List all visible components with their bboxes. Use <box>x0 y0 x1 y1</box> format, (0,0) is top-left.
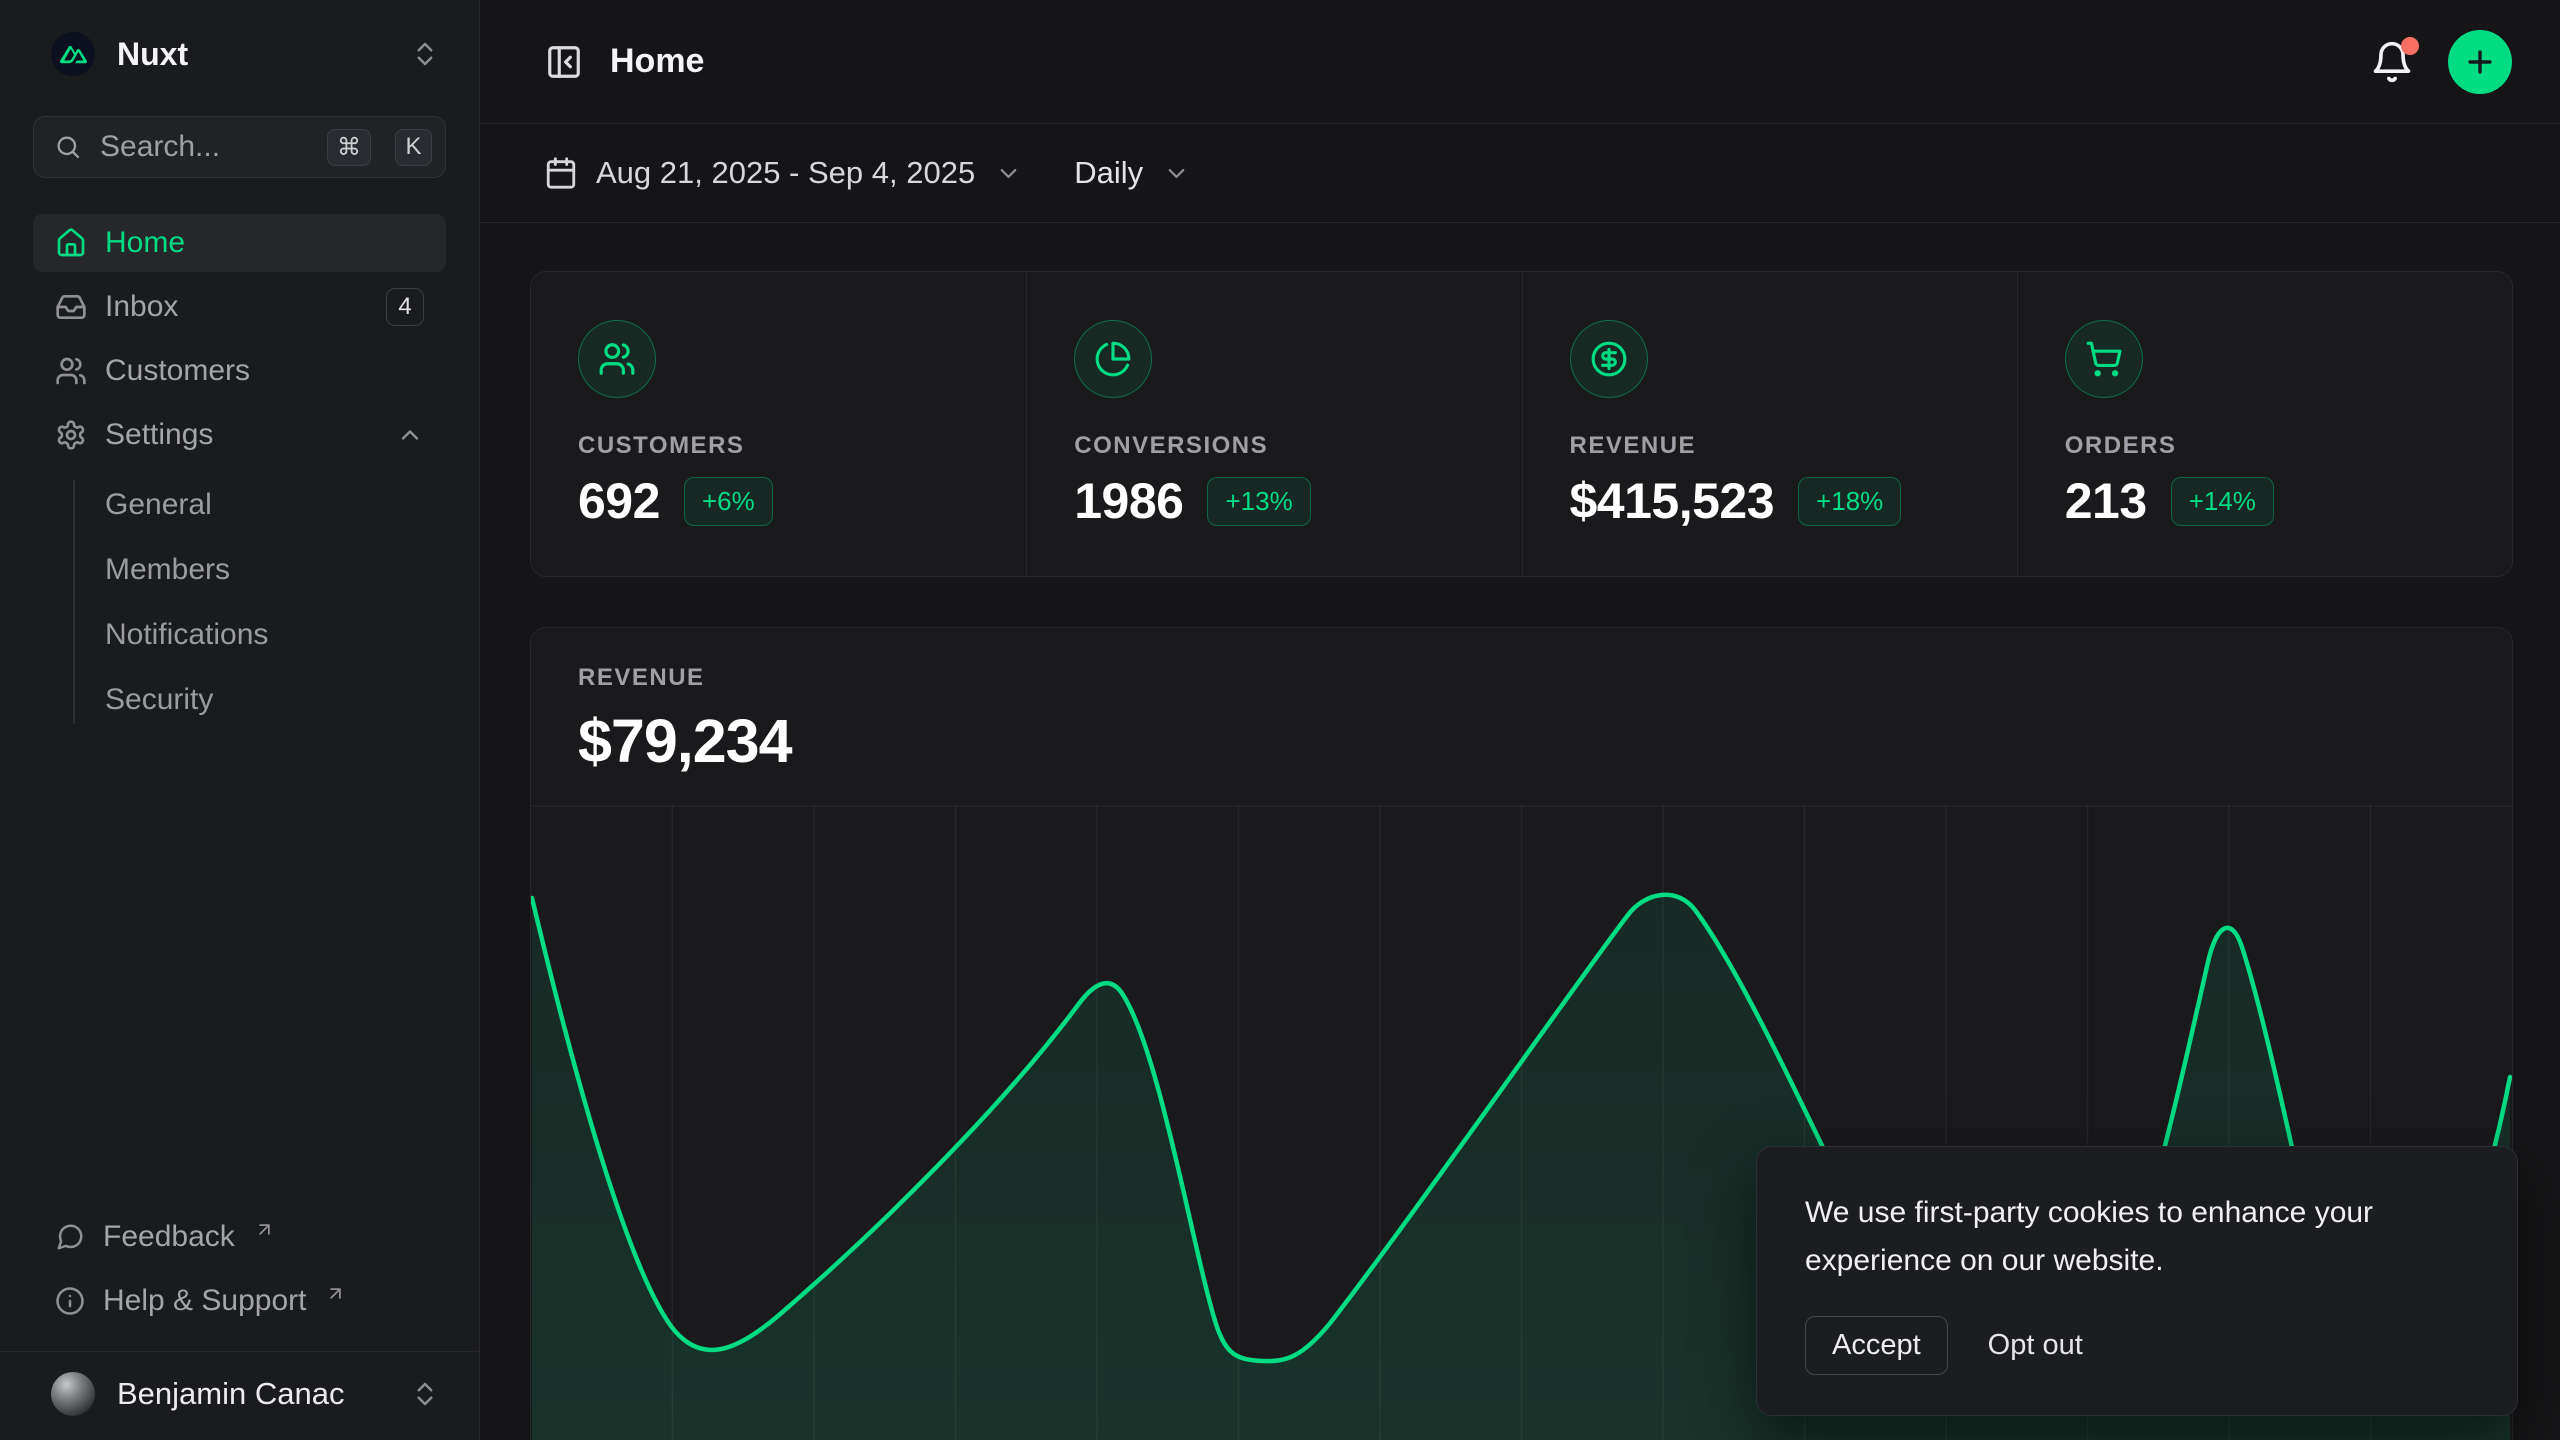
search-icon <box>54 133 82 161</box>
arrow-up-right-icon <box>325 1283 346 1304</box>
shopping-cart-icon <box>2065 320 2143 398</box>
search-input[interactable] <box>100 130 303 164</box>
stat-card-customers[interactable]: CUSTOMERS 692 +6% <box>531 272 1026 576</box>
stat-value: 1986 <box>1074 472 1183 530</box>
user-avatar <box>51 1372 95 1416</box>
cookie-actions: Accept Opt out <box>1805 1316 2469 1375</box>
panel-left-close-icon[interactable] <box>536 34 592 90</box>
sidebar-item-notifications[interactable]: Notifications <box>105 602 446 667</box>
stat-delta-badge: +18% <box>1798 477 1901 526</box>
stats-cards: CUSTOMERS 692 +6% CONVERSIONS 1986 +13% <box>530 271 2513 577</box>
opt-out-button[interactable]: Opt out <box>1988 1329 2083 1362</box>
help-support-label: Help & Support <box>103 1284 306 1318</box>
inbox-icon <box>55 291 87 323</box>
stat-value: 692 <box>578 472 660 530</box>
stat-card-conversions[interactable]: CONVERSIONS 1986 +13% <box>1026 272 1521 576</box>
kbd-k: K <box>395 129 432 166</box>
stat-delta-badge: +13% <box>1207 477 1310 526</box>
filters-toolbar: Aug 21, 2025 - Sep 4, 2025 Daily <box>480 124 2560 223</box>
sidebar-item-security[interactable]: Security <box>105 667 446 732</box>
interval-select[interactable]: Daily <box>1074 155 1190 191</box>
team-switcher[interactable]: Nuxt <box>33 28 446 80</box>
user-menu[interactable]: Benjamin Canac <box>33 1368 446 1420</box>
plus-icon <box>2463 45 2497 79</box>
cookie-banner: We use first-party cookies to enhance yo… <box>1756 1146 2518 1416</box>
search-bar[interactable]: ⌘ K <box>33 116 446 178</box>
gear-icon <box>55 419 87 451</box>
sidebar-item-label: Inbox <box>105 290 368 324</box>
page-header: Home <box>480 0 2560 124</box>
sidebar-footer: Feedback Help & Support <box>33 1211 446 1351</box>
nuxt-logo-icon <box>51 32 95 76</box>
sidebar-item-label: Settings <box>105 418 378 452</box>
notification-dot <box>2401 37 2419 55</box>
revenue-chart-header: REVENUE $79,234 <box>531 628 2512 776</box>
stat-label: REVENUE <box>1570 432 1987 460</box>
sidebar-item-home[interactable]: Home <box>33 214 446 272</box>
feedback-link[interactable]: Feedback <box>33 1211 446 1263</box>
calendar-icon <box>544 156 578 190</box>
stat-label: ORDERS <box>2065 432 2482 460</box>
stat-value: $415,523 <box>1570 472 1775 530</box>
sidebar-spacer <box>33 732 446 1211</box>
interval-label: Daily <box>1074 155 1143 191</box>
stat-delta-badge: +6% <box>684 477 773 526</box>
revenue-chart-value: $79,234 <box>578 706 2512 776</box>
accept-button[interactable]: Accept <box>1805 1316 1948 1375</box>
sidebar-item-members[interactable]: Members <box>105 537 446 602</box>
message-bubble-icon <box>55 1222 85 1252</box>
stat-label: CONVERSIONS <box>1074 432 1491 460</box>
sidebar-nav: Home Inbox 4 Customers Settings <box>33 214 446 464</box>
sidebar-item-customers[interactable]: Customers <box>33 342 446 400</box>
feedback-label: Feedback <box>103 1220 235 1254</box>
user-name: Benjamin Canac <box>117 1376 388 1412</box>
sidebar-item-label: Customers <box>105 354 424 388</box>
user-section: Benjamin Canac <box>0 1351 479 1440</box>
pie-chart-icon <box>1074 320 1152 398</box>
sidebar-settings-children: General Members Notifications Security <box>33 472 446 732</box>
stat-card-orders[interactable]: ORDERS 213 +14% <box>2017 272 2512 576</box>
kbd-meta: ⌘ <box>327 129 371 166</box>
chevrons-up-down-icon <box>410 1379 440 1409</box>
sidebar-item-general[interactable]: General <box>105 472 446 537</box>
users-circle-icon <box>578 320 656 398</box>
dollar-circle-icon <box>1570 320 1648 398</box>
help-support-link[interactable]: Help & Support <box>33 1275 446 1327</box>
sidebar-item-label: Home <box>105 226 424 260</box>
chevron-up-icon <box>396 421 424 449</box>
notifications-button[interactable] <box>2370 40 2414 84</box>
revenue-chart-label: REVENUE <box>578 664 2512 692</box>
chevrons-up-down-icon <box>410 39 440 69</box>
date-range-label: Aug 21, 2025 - Sep 4, 2025 <box>596 155 975 191</box>
team-name: Nuxt <box>117 36 388 73</box>
sidebar-item-inbox[interactable]: Inbox 4 <box>33 278 446 336</box>
info-circle-icon <box>55 1286 85 1316</box>
chevron-down-icon <box>1163 160 1190 187</box>
users-icon <box>55 355 87 387</box>
stat-delta-badge: +14% <box>2171 477 2274 526</box>
sidebar: Nuxt ⌘ K Home Inbox 4 <box>0 0 480 1440</box>
add-button[interactable] <box>2448 30 2512 94</box>
sidebar-item-settings[interactable]: Settings <box>33 406 446 464</box>
arrow-up-right-icon <box>254 1219 275 1240</box>
house-icon <box>55 227 87 259</box>
inbox-count-badge: 4 <box>386 288 424 326</box>
cookie-message: We use first-party cookies to enhance yo… <box>1805 1189 2469 1286</box>
header-actions <box>2370 30 2512 94</box>
stat-card-revenue[interactable]: REVENUE $415,523 +18% <box>1522 272 2017 576</box>
stat-label: CUSTOMERS <box>578 432 996 460</box>
date-range-picker[interactable]: Aug 21, 2025 - Sep 4, 2025 <box>544 155 1022 191</box>
stat-value: 213 <box>2065 472 2147 530</box>
chevron-down-icon <box>995 160 1022 187</box>
page-title: Home <box>610 42 704 81</box>
